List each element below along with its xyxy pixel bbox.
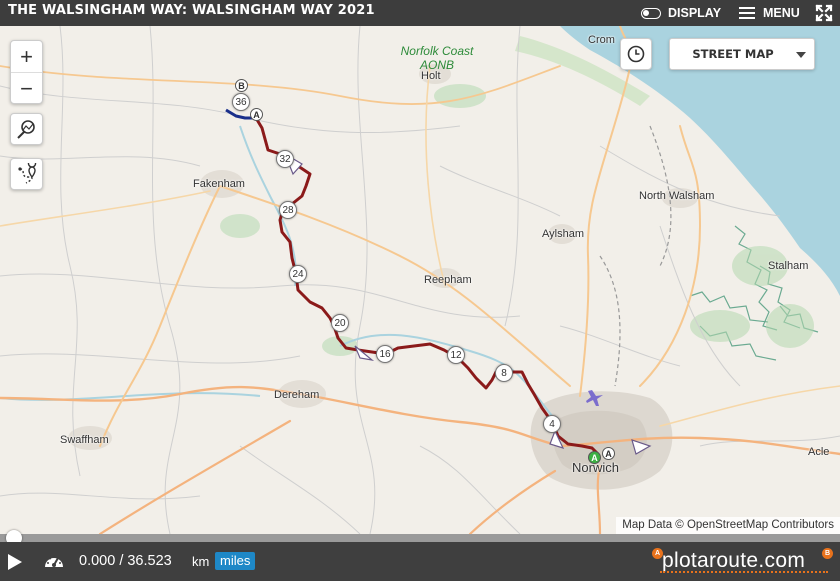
zoom-to-route-icon [16, 120, 35, 139]
distance-marker[interactable]: 20 [331, 314, 349, 332]
end-pin-b[interactable]: B [235, 79, 248, 92]
clock-icon [627, 45, 645, 63]
place-dereham: Dereham [274, 389, 320, 401]
clock-button[interactable] [620, 38, 652, 70]
place-cromer: Crom [588, 34, 615, 46]
menu-button[interactable]: MENU [739, 4, 800, 22]
distance-marker[interactable]: 12 [447, 346, 465, 364]
zoom-out-icon[interactable]: − [11, 73, 42, 105]
distance-marker[interactable]: 32 [276, 150, 294, 168]
map-canvas[interactable]: Crom Norfolk Coast AONB Holt Fakenham No… [0, 26, 840, 534]
brand-dotted-line [660, 571, 828, 573]
brand-pin-b: B [822, 548, 833, 559]
place-north-walsham: North Walsham [639, 190, 715, 202]
caret-down-icon [796, 52, 806, 58]
speedometer-icon[interactable] [44, 552, 64, 572]
place-stalham: Stalham [768, 260, 809, 272]
place-fakenham: Fakenham [193, 178, 245, 190]
display-label: DISPLAY [668, 6, 722, 20]
zoom-in-icon[interactable]: + [11, 41, 42, 73]
brand-name: plotaroute.com [662, 549, 806, 572]
route-title: THE WALSINGHAM WAY: WALSINGHAM WAY 2021 [8, 3, 375, 18]
progress-track[interactable] [0, 534, 840, 542]
zoom-to-route-button[interactable] [10, 113, 43, 145]
start-pin-a[interactable]: A [250, 108, 263, 121]
map-type-selected: STREET MAP [692, 47, 774, 61]
route-pin-icon [17, 163, 36, 184]
fullscreen-icon[interactable] [815, 4, 833, 22]
unit-miles-button[interactable]: miles [215, 552, 256, 570]
start-pin-a-end[interactable]: A [602, 447, 615, 460]
menu-label: MENU [763, 6, 800, 20]
start-pin-a-green[interactable]: A [588, 451, 601, 464]
map-base [0, 26, 840, 534]
zoom-control: + − [10, 40, 43, 104]
distance-marker[interactable]: 4 [543, 415, 561, 433]
play-icon[interactable] [6, 552, 24, 572]
toggle-icon [641, 7, 661, 19]
display-button[interactable]: DISPLAY [641, 4, 721, 22]
place-norfolk-coast-aonb: Norfolk Coast AONB [400, 44, 474, 72]
distance-marker[interactable]: 24 [289, 265, 307, 283]
place-reepham: Reepham [424, 274, 472, 286]
place-swaffham: Swaffham [60, 434, 109, 446]
hamburger-icon [739, 7, 755, 19]
player-bar: 0.000 / 36.523 km miles A plotaroute.com… [0, 542, 840, 581]
place-aylsham: Aylsham [542, 228, 584, 240]
top-bar: THE WALSINGHAM WAY: WALSINGHAM WAY 2021 … [0, 0, 840, 26]
unit-km-button[interactable]: km [192, 554, 209, 569]
distance-marker[interactable]: 8 [495, 364, 513, 382]
place-holt: Holt [421, 70, 441, 82]
distance-marker[interactable]: 28 [279, 201, 297, 219]
map-attribution: Map Data © OpenStreetMap Contributors [616, 517, 840, 534]
place-acle: Acle [808, 446, 830, 458]
map-type-select[interactable]: STREET MAP [669, 38, 815, 70]
distance-readout: 0.000 / 36.523 [79, 553, 172, 569]
route-pin-button[interactable] [10, 158, 43, 190]
distance-marker[interactable]: 16 [376, 345, 394, 363]
distance-marker[interactable]: 36 [232, 93, 250, 111]
plotaroute-logo[interactable]: A plotaroute.com B [650, 548, 836, 576]
